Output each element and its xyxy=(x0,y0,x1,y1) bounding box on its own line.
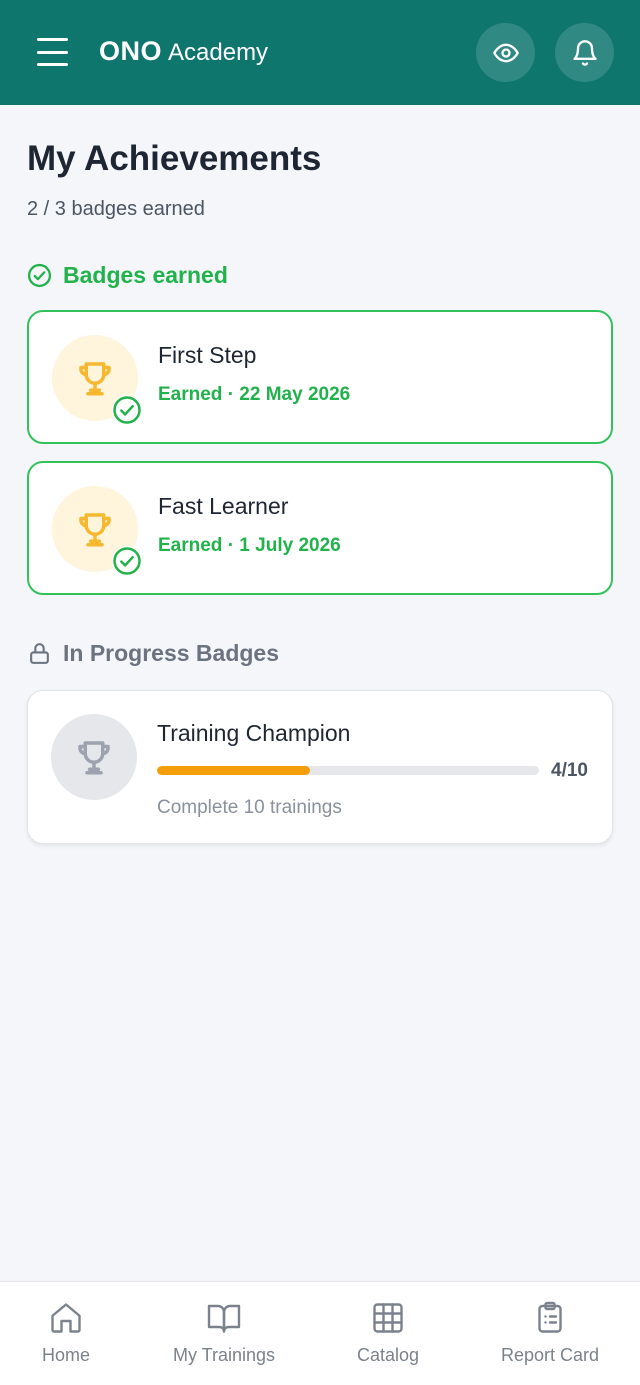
badge-card-in-progress[interactable]: Training Champion 4/10 Complete 10 train… xyxy=(27,690,613,844)
trophy-icon xyxy=(79,513,111,547)
badge-name: Fast Learner xyxy=(158,493,289,519)
preview-button[interactable] xyxy=(476,23,535,82)
badge-earned-date: Earned · 1 July 2026 xyxy=(158,535,341,556)
bottom-navigation: Home My Trainings Catalog Report Card xyxy=(0,1281,640,1385)
badge-card-earned[interactable]: Fast Learner Earned · 1 July 2026 xyxy=(27,461,613,595)
progress-bar xyxy=(157,766,539,775)
check-circle-icon xyxy=(27,263,52,288)
nav-item-report-card[interactable]: Report Card xyxy=(480,1300,620,1366)
badge-earned-date: Earned · 22 May 2026 xyxy=(158,384,351,405)
badge-summary: 2 / 3 badges earned xyxy=(27,198,205,220)
book-icon xyxy=(207,1304,241,1333)
brand-suffix: Academy xyxy=(168,39,269,66)
clipboard-icon xyxy=(538,1301,562,1333)
progress-count: 4/10 xyxy=(551,760,588,781)
badge-card-earned[interactable]: First Step Earned · 22 May 2026 xyxy=(27,310,613,444)
badge-requirement: Complete 10 trainings xyxy=(157,797,342,818)
lock-icon xyxy=(30,643,49,664)
top-app-bar: ONO Academy xyxy=(0,0,640,105)
trophy-icon xyxy=(78,741,110,775)
earned-check-icon xyxy=(112,546,142,576)
earned-check-icon xyxy=(112,395,142,425)
nav-item-catalog[interactable]: Catalog xyxy=(318,1300,458,1366)
badge-name: Training Champion xyxy=(157,720,351,746)
home-icon xyxy=(51,1303,81,1333)
brand-logo: ONO Academy xyxy=(99,36,268,67)
notifications-button[interactable] xyxy=(555,23,614,82)
page-title: My Achievements xyxy=(27,139,322,178)
progress-section-header: In Progress Badges xyxy=(27,640,279,667)
grid-icon xyxy=(373,1303,403,1333)
brand-name: ONO xyxy=(99,36,163,66)
nav-item-my-trainings[interactable]: My Trainings xyxy=(154,1300,294,1366)
progress-bar-fill xyxy=(157,766,310,775)
badge-name: First Step xyxy=(158,342,257,368)
nav-label: Report Card xyxy=(500,1345,600,1365)
trophy-icon xyxy=(79,362,111,396)
nav-label: My Trainings xyxy=(172,1345,276,1365)
badge-medallion xyxy=(51,714,137,800)
bell-icon xyxy=(572,39,597,66)
nav-item-home[interactable]: Home xyxy=(0,1300,136,1366)
progress-section-label: In Progress Badges xyxy=(63,640,280,666)
earned-section-header: Badges earned xyxy=(27,262,228,289)
eye-icon xyxy=(492,43,519,62)
nav-label: Catalog xyxy=(356,1345,420,1365)
earned-section-label: Badges earned xyxy=(63,262,228,288)
menu-icon[interactable] xyxy=(37,38,68,66)
nav-label: Home xyxy=(41,1345,90,1365)
